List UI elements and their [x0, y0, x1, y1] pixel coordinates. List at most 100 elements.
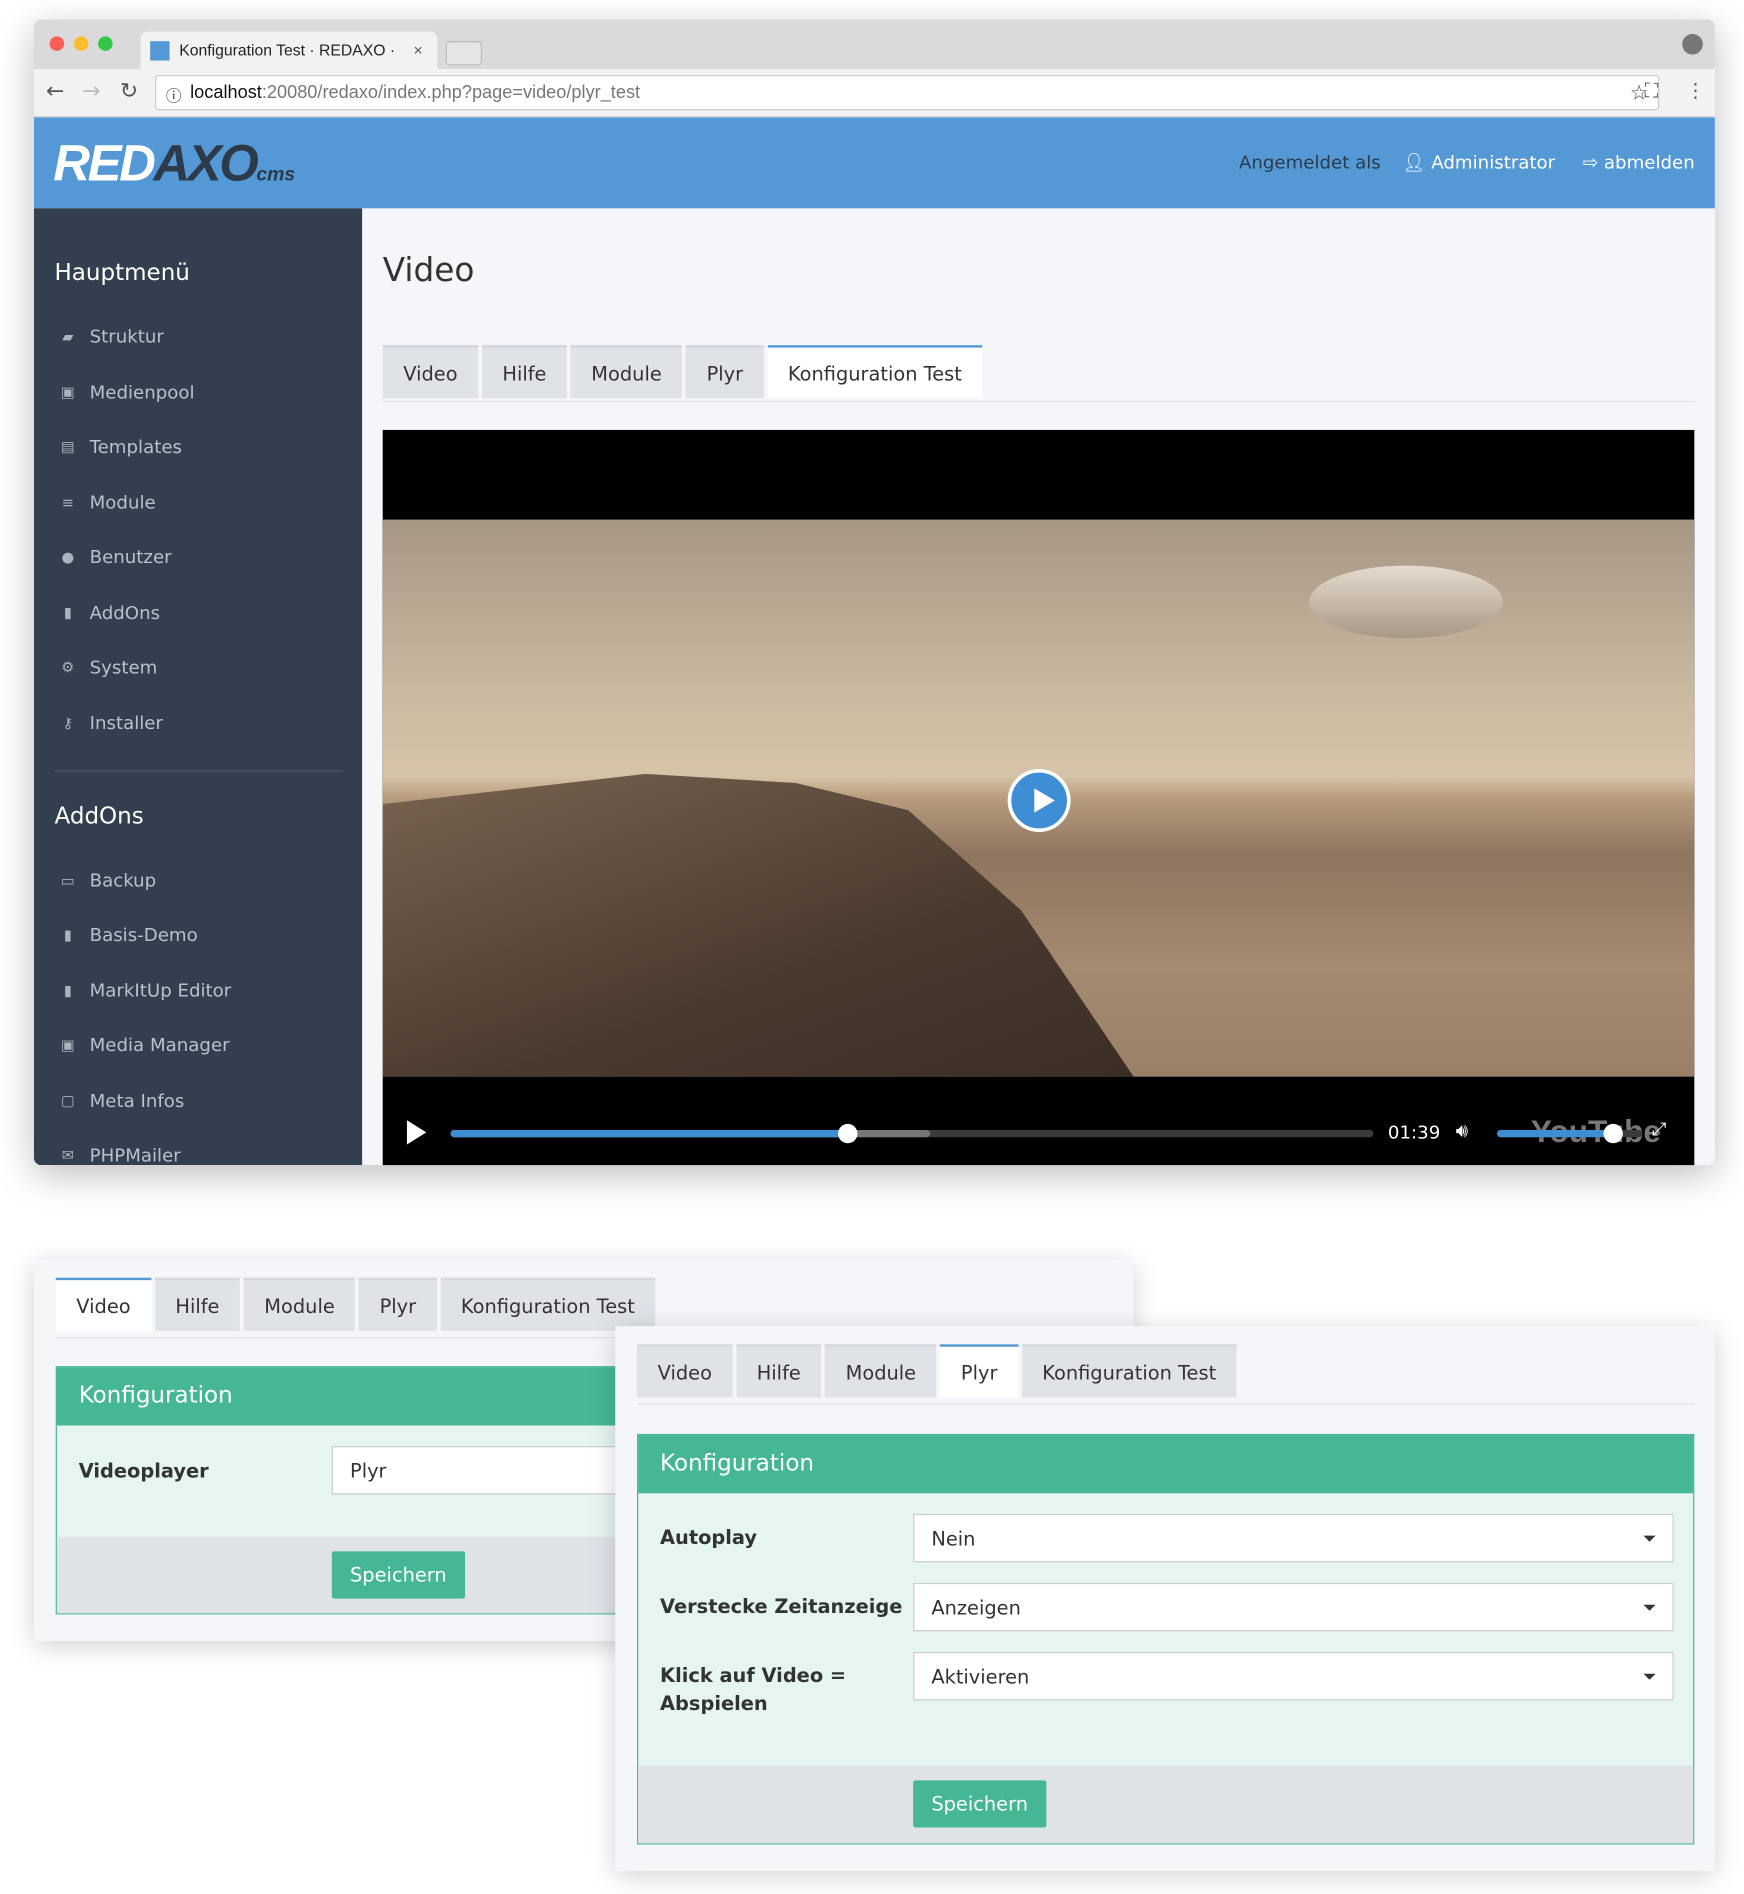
logged-in-label: Angemeldet als: [1238, 151, 1381, 174]
tab-hilfe[interactable]: Hilfe: [736, 1344, 822, 1398]
config-box: Konfiguration Autoplay Nein Verstecke Ze…: [637, 1433, 1695, 1845]
sidebar-item-module[interactable]: ≡ Module: [58, 492, 156, 514]
back-icon[interactable]: ←: [46, 79, 64, 104]
tab-hilfe[interactable]: Hilfe: [154, 1277, 241, 1331]
player-controls: 01:39 🔊︎ YouTube ⤢: [383, 1077, 1695, 1165]
bookmark-icon: ▮: [63, 926, 72, 944]
user-icon: 👤︎: [1402, 151, 1432, 174]
fullscreen-icon[interactable]: ⤢: [1652, 1118, 1667, 1140]
caret-down-icon: [1643, 1673, 1656, 1680]
config-heading: Konfiguration: [638, 1435, 1694, 1494]
tab-plyr[interactable]: Plyr: [358, 1277, 437, 1331]
close-window-button[interactable]: [49, 36, 65, 51]
menu-icon[interactable]: ⋮: [1686, 79, 1705, 102]
tab-module[interactable]: Module: [825, 1344, 937, 1398]
key-icon: ⚷: [62, 714, 74, 732]
folder-open-icon: ▰: [62, 328, 74, 346]
video-player[interactable]: 01:39 🔊︎ YouTube ⤢: [382, 429, 1695, 1166]
sidebar-item-basis-demo[interactable]: ▮ Basis-Demo: [58, 924, 198, 946]
tab-module[interactable]: Module: [243, 1277, 356, 1331]
volume-slider[interactable]: [1496, 1123, 1643, 1144]
envelope-icon: ✉: [61, 1146, 74, 1164]
tab-konfiguration-test[interactable]: Konfiguration Test: [440, 1277, 656, 1331]
page-title: Video: [382, 251, 475, 290]
browser-window: Konfiguration Test · REDAXO · × ← → ↻ ⓘ …: [33, 19, 1715, 1166]
user-icon: ●: [61, 548, 75, 566]
sidebar-heading-main: Hauptmenü: [54, 259, 190, 286]
sidebar-item-phpmailer[interactable]: ✉ PHPMailer: [58, 1144, 181, 1165]
tab-plyr[interactable]: Plyr: [685, 345, 764, 399]
browser-tab[interactable]: Konfiguration Test · REDAXO · ×: [140, 31, 438, 70]
cogs-icon: ⚙: [61, 658, 75, 676]
play-icon[interactable]: [406, 1120, 427, 1145]
large-play-button[interactable]: [1007, 769, 1071, 833]
reload-icon[interactable]: ↻: [120, 79, 138, 104]
browser-tabbar: Konfiguration Test · REDAXO · ×: [33, 19, 1715, 70]
url-host: localhost: [190, 82, 262, 103]
sidebar-item-benutzer[interactable]: ● Benutzer: [58, 546, 171, 568]
close-tab-icon[interactable]: ×: [413, 41, 422, 59]
favicon-icon: [150, 41, 170, 61]
profile-icon[interactable]: [1682, 33, 1703, 55]
sidebar-item-system[interactable]: ⚙ System: [58, 656, 157, 678]
time-display: 01:39: [1387, 1121, 1441, 1144]
save-button[interactable]: Speichern: [331, 1551, 465, 1599]
hide-time-select[interactable]: Anzeigen: [913, 1582, 1674, 1632]
progress-slider[interactable]: [450, 1123, 1374, 1144]
autoplay-label: Autoplay: [660, 1525, 758, 1549]
tab-hilfe[interactable]: Hilfe: [481, 345, 568, 399]
bookmark-icon: ▮: [63, 604, 72, 622]
new-tab-button[interactable]: [445, 41, 483, 66]
image-icon: ▣: [60, 383, 75, 401]
airship-image: [1309, 565, 1503, 639]
tab-video[interactable]: Video: [637, 1344, 733, 1398]
maximize-window-button[interactable]: [98, 36, 113, 51]
tab-video[interactable]: Video: [382, 345, 479, 399]
cast-icon[interactable]: ⛶: [1645, 79, 1659, 103]
sidebar-divider: [54, 770, 343, 772]
tab-konfiguration-test[interactable]: Konfiguration Test: [1021, 1344, 1237, 1398]
hdd-icon: ▭: [60, 871, 75, 889]
bookmark-icon: ▮: [63, 982, 72, 1000]
videoplayer-label: Videoplayer: [78, 1459, 209, 1483]
logout-link[interactable]: ⇨ abmelden: [1583, 151, 1695, 173]
volume-icon[interactable]: 🔊︎: [1456, 1119, 1468, 1143]
caret-down-icon: [1643, 1604, 1656, 1611]
newspaper-icon: ▤: [60, 438, 75, 456]
logout-icon: ⇨: [1582, 151, 1604, 174]
tab-module[interactable]: Module: [570, 345, 683, 399]
user-link[interactable]: 👤︎ Administrator: [1402, 151, 1555, 173]
url-path: :20080/redaxo/index.php?page=video/plyr_…: [261, 82, 641, 103]
save-button[interactable]: Speichern: [913, 1780, 1047, 1828]
tab-konfiguration-test[interactable]: Konfiguration Test: [767, 345, 983, 399]
sidebar-item-markitup[interactable]: ▮ MarkItUp Editor: [58, 980, 231, 1002]
autoplay-select[interactable]: Nein: [913, 1513, 1674, 1563]
sidebar-item-medienpool[interactable]: ▣ Medienpool: [58, 381, 195, 403]
sidebar: Hauptmenü ▰ Struktur ▣ Medienpool ▤ Templat…: [33, 208, 363, 1165]
hide-time-label: Verstecke Zeitanzeige: [660, 1595, 903, 1619]
info-icon: ⓘ: [165, 87, 182, 106]
database-icon: ≡: [61, 494, 74, 512]
sidebar-item-meta-infos[interactable]: ▢ Meta Infos: [58, 1090, 184, 1112]
tag-icon: ▢: [60, 1092, 75, 1110]
image-icon: ▣: [60, 1036, 75, 1054]
app-header: REDAXOcms Angemeldet als 👤︎ Administrato…: [33, 117, 1715, 209]
minimize-window-button[interactable]: [73, 36, 89, 51]
url-input[interactable]: ⓘ localhost:20080/redaxo/index.php?page=…: [155, 75, 1660, 111]
sidebar-item-backup[interactable]: ▭ Backup: [58, 870, 156, 892]
click-to-play-select[interactable]: Aktivieren: [913, 1651, 1674, 1701]
sidebar-item-addons[interactable]: ▮ AddOns: [58, 602, 160, 624]
caret-down-icon: [1643, 1535, 1656, 1542]
sidebar-item-media-manager[interactable]: ▣ Media Manager: [58, 1034, 230, 1056]
sidebar-item-templates[interactable]: ▤ Templates: [58, 436, 182, 458]
sidebar-heading-addons: AddOns: [54, 802, 144, 830]
tab-video[interactable]: Video: [55, 1277, 152, 1331]
address-bar-row: ← → ↻ ⓘ localhost:20080/redaxo/index.php…: [33, 69, 1715, 118]
tab-plyr[interactable]: Plyr: [940, 1344, 1019, 1398]
click-to-play-label: Klick auf Video = Abspielen: [660, 1664, 847, 1715]
redaxo-logo[interactable]: REDAXOcms: [53, 134, 295, 192]
main-content: Video Video Hilfe Module Plyr Konfigurat…: [362, 208, 1715, 1166]
forward-icon[interactable]: →: [82, 79, 100, 104]
sidebar-item-installer[interactable]: ⚷ Installer: [58, 712, 162, 734]
sidebar-item-struktur[interactable]: ▰ Struktur: [58, 326, 164, 348]
